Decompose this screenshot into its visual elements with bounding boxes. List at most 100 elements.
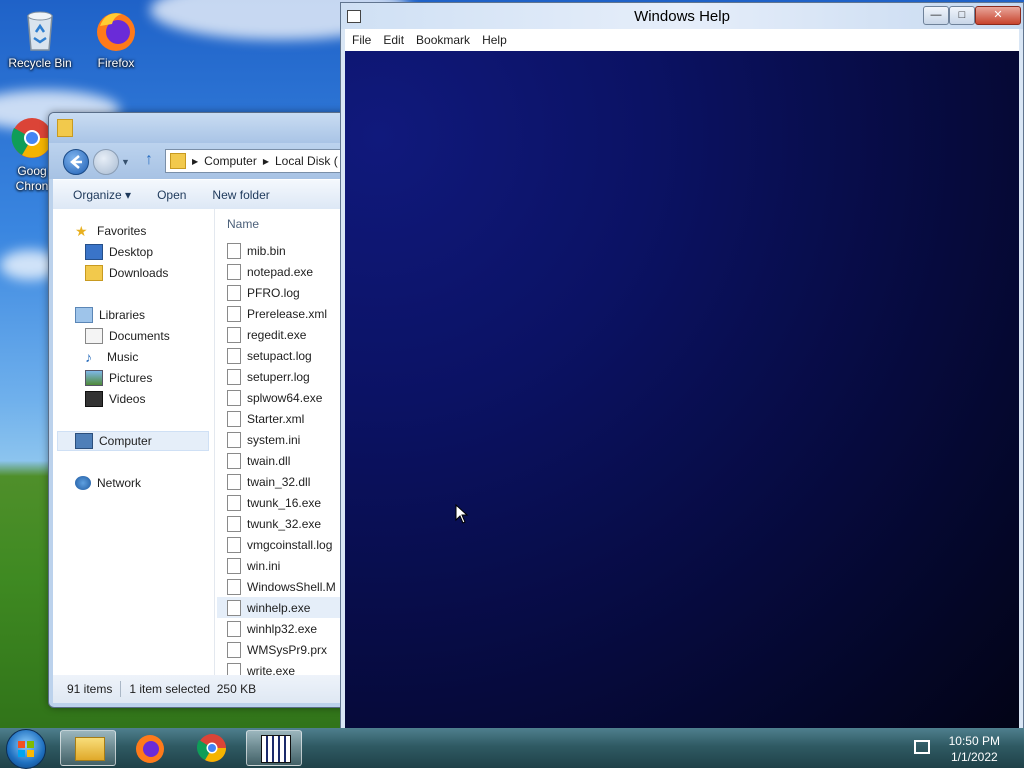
new-folder-button[interactable]: New folder [196, 188, 279, 202]
forward-button[interactable] [93, 149, 119, 175]
nav-computer[interactable]: Computer [57, 431, 209, 451]
nav-downloads[interactable]: Downloads [85, 263, 168, 283]
nav-documents[interactable]: Documents [85, 326, 170, 346]
libraries-icon [75, 307, 93, 323]
nav-videos[interactable]: Videos [85, 389, 145, 409]
nav-label: Computer [99, 434, 152, 448]
nav-network[interactable]: Network [75, 473, 141, 493]
help-content-area[interactable] [345, 51, 1019, 763]
file-name: setupact.log [247, 348, 312, 363]
nav-label: Music [107, 350, 139, 364]
file-row[interactable]: twunk_16.exe [227, 492, 321, 513]
up-arrow-icon[interactable]: ↑ [145, 151, 153, 169]
address-bar[interactable]: ▶ Computer ▶ Local Disk ( [165, 149, 349, 173]
taskbar-explorer[interactable] [60, 730, 116, 766]
nav-libraries[interactable]: Libraries [75, 305, 145, 325]
firefox-icon [92, 6, 140, 54]
nav-label: Documents [109, 329, 170, 343]
firefox-icon [136, 735, 164, 763]
help-titlebar[interactable]: Windows Help — □ ✕ [341, 3, 1023, 29]
explorer-window: ▼ ↑ ▶ Computer ▶ Local Disk ( Organize ▾… [48, 112, 350, 708]
file-name: twain_32.dll [247, 474, 311, 489]
nav-label: Network [97, 476, 142, 490]
file-row[interactable]: twain.dll [227, 450, 290, 471]
nav-label: Downloads [109, 266, 169, 280]
winhelp-icon [261, 735, 291, 763]
file-row[interactable]: mib.bin [227, 240, 286, 261]
clock-date: 1/1/2022 [950, 750, 998, 764]
minimize-icon: — [930, 9, 942, 21]
file-row[interactable]: WMSysPr9.prx [227, 639, 327, 660]
file-row[interactable]: setuperr.log [227, 366, 310, 387]
file-name: Starter.xml [247, 411, 305, 426]
nav-label: Pictures [109, 371, 153, 385]
column-header-name[interactable]: Name [227, 217, 259, 231]
network-tray-icon[interactable] [914, 740, 930, 754]
close-button[interactable]: ✕ [975, 6, 1021, 25]
back-button[interactable] [63, 149, 89, 175]
breadcrumb-local-disk[interactable]: Local Disk ( [275, 154, 338, 168]
pictures-icon [85, 370, 103, 386]
explorer-titlebar[interactable] [49, 113, 349, 143]
file-row[interactable]: win.ini [227, 555, 280, 576]
file-icon [227, 578, 241, 595]
close-icon: ✕ [993, 9, 1003, 21]
file-name: twunk_16.exe [247, 495, 322, 510]
file-icon [227, 473, 241, 490]
nav-pictures[interactable]: Pictures [85, 368, 152, 388]
desktop-icon-recycle-bin[interactable]: Recycle Bin [2, 6, 78, 70]
menu-bar: File Edit Bookmark Help [345, 29, 1019, 51]
taskbar-firefox[interactable] [122, 730, 178, 766]
file-icon [227, 536, 241, 553]
organize-button[interactable]: Organize ▾ [53, 188, 141, 202]
arrow-left-icon [70, 155, 82, 169]
file-row[interactable]: system.ini [227, 429, 300, 450]
minimize-button[interactable]: — [923, 6, 949, 25]
file-row[interactable]: notepad.exe [227, 261, 313, 282]
file-row[interactable]: write.exe [227, 660, 295, 675]
file-name: splwow64.exe [247, 390, 323, 405]
file-name: notepad.exe [247, 264, 314, 279]
nav-desktop[interactable]: Desktop [85, 242, 153, 262]
desktop-icon-label: Firefox [97, 56, 135, 70]
file-row[interactable]: Prerelease.xml [227, 303, 327, 324]
menu-bookmark[interactable]: Bookmark [411, 33, 475, 47]
start-button[interactable] [6, 729, 46, 769]
file-row[interactable]: PFRO.log [227, 282, 300, 303]
nav-music[interactable]: ♪ Music [85, 347, 138, 367]
file-name: PFRO.log [247, 285, 300, 300]
taskbar-chrome[interactable] [184, 730, 240, 766]
taskbar-winhelp[interactable] [246, 730, 302, 766]
file-row[interactable]: twain_32.dll [227, 471, 310, 492]
nav-favorites[interactable]: ★ Favorites [75, 221, 146, 241]
nav-label: Desktop [109, 245, 154, 259]
file-row[interactable]: vmgcoinstall.log [227, 534, 332, 555]
file-row[interactable]: winhelp.exe [217, 597, 349, 618]
menu-edit[interactable]: Edit [378, 33, 409, 47]
menu-help[interactable]: Help [477, 33, 512, 47]
file-row[interactable]: splwow64.exe [227, 387, 322, 408]
menu-file[interactable]: File [347, 33, 376, 47]
documents-icon [85, 328, 103, 344]
file-row[interactable]: setupact.log [227, 345, 312, 366]
chevron-down-icon[interactable]: ▼ [121, 157, 130, 167]
file-icon [227, 389, 241, 406]
open-button[interactable]: Open [141, 188, 196, 202]
desktop-icon-firefox[interactable]: Firefox [78, 6, 154, 70]
clock[interactable]: 10:50 PM 1/1/2022 [949, 733, 1000, 765]
maximize-button[interactable]: □ [949, 6, 975, 25]
file-row[interactable]: twunk_32.exe [227, 513, 321, 534]
file-row[interactable]: WindowsShell.M [227, 576, 336, 597]
file-row[interactable]: regedit.exe [227, 324, 306, 345]
folder-icon [170, 153, 186, 169]
breadcrumb-computer[interactable]: Computer [204, 154, 257, 168]
file-name: mib.bin [247, 243, 286, 258]
file-name: write.exe [247, 663, 296, 676]
file-row[interactable]: Starter.xml [227, 408, 304, 429]
file-name: winhelp.exe [247, 600, 311, 615]
file-icon [227, 620, 241, 637]
window-title: Windows Help [634, 8, 730, 25]
file-row[interactable]: winhlp32.exe [227, 618, 317, 639]
recycle-bin-icon [16, 6, 64, 54]
star-icon: ★ [75, 223, 88, 239]
